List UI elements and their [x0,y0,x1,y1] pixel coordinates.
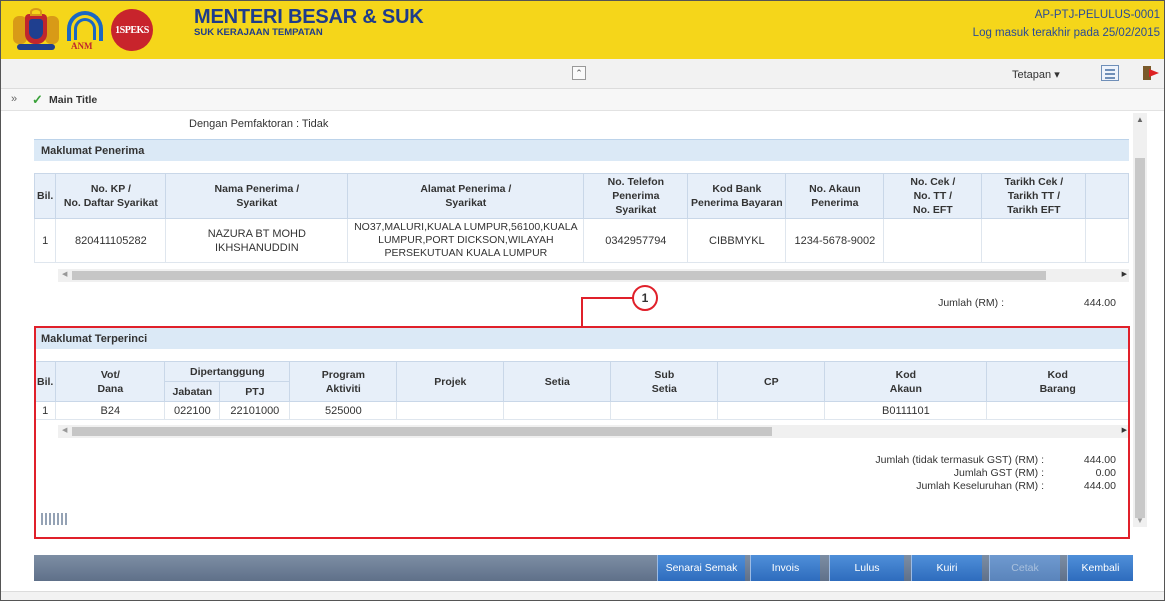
settings-dropdown[interactable]: Tetapan ▾ [1012,68,1060,81]
cell-kod-barang [986,401,1129,420]
col-bil: Bil. [34,361,57,402]
lulus-button[interactable]: Lulus [829,555,904,581]
kembali-button[interactable]: Kembali [1067,555,1133,581]
expand-menu-icon[interactable]: » [11,93,17,105]
cell-no-kp: 820411105282 [55,218,167,263]
toolbar: ⌃ Tetapan ▾ [1,59,1164,89]
col-alamat: Alamat Penerima / Syarikat [347,173,585,219]
col-kod-bank: Kod Bank Penerima Bayaran [687,173,787,219]
cell-nama: NAZURA BT MOHD IKHSHANUDDIN [165,218,349,263]
col-program: Program Aktiviti [289,361,398,402]
col-dipertanggung: Dipertanggung [164,361,291,382]
grand-total-value: 444.00 [1083,480,1116,492]
app-header: ANM 1SPEKS MENTERI BESAR & SUK SUK KERAJ… [1,1,1164,59]
detail-horizontal-scrollbar[interactable]: ◀ ▶ [58,425,1129,438]
cell-kod-akaun: B0111101 [824,401,988,420]
grand-total-label: Jumlah Keseluruhan (RM) : [916,480,1044,492]
col-kod-barang: Kod Barang [986,361,1129,402]
col-nama: Nama Penerima / Syarikat [165,173,349,219]
logo-group: ANM 1SPEKS [13,5,153,55]
senarai-semak-button[interactable]: Senarai Semak [657,555,745,581]
callout-leader-line [581,297,633,299]
col-ptj: PTJ [219,381,291,402]
col-no-cek: No. Cek / No. TT / No. EFT [883,173,983,219]
callout-leader-line [581,297,583,326]
callout-number-badge: 1 [632,285,658,311]
cell-no-akaun: 1234-5678-9002 [785,218,885,263]
scroll-thumb[interactable] [72,271,1046,280]
action-bar: Senarai Semak Invois Lulus Kuiri Cetak K… [34,555,1133,581]
cell-ptj: 22101000 [219,401,291,420]
app-title: MENTERI BESAR & SUK [194,6,424,28]
cell-alamat: NO37,MALURI,KUALA LUMPUR,56100,KUALA LUM… [347,218,585,263]
state-crest-logo [13,8,59,50]
settings-label: Tetapan [1012,69,1052,81]
collapse-header-icon[interactable]: ⌃ [572,66,586,80]
cetak-button: Cetak [989,555,1060,581]
col-cp: CP [717,361,826,402]
col-bil: Bil. [34,173,57,219]
app-subtitle: SUK KERAJAAN TEMPATAN [194,27,323,38]
col-tarikh-cek: Tarikh Cek / Tarikh TT / Tarikh EFT [981,173,1087,219]
caret-down-icon: ▾ [1054,69,1060,81]
resize-grip-icon[interactable] [41,513,69,525]
scroll-up-icon[interactable]: ▲ [1136,115,1144,124]
cell-jabatan: 022100 [164,401,221,420]
last-login-text: Log masuk terakhir pada 25/02/2015 [972,27,1160,39]
scroll-down-icon[interactable]: ▼ [1136,516,1144,525]
scroll-thumb[interactable] [72,427,772,436]
invois-button[interactable]: Invois [750,555,820,581]
col-projek: Projek [396,361,505,402]
cell-setia [503,401,612,420]
recipient-section-header: Maklumat Penerima [34,139,1129,161]
cell-sub-setia [610,401,719,420]
col-setia: Setia [503,361,612,402]
1speks-logo: 1SPEKS [111,9,153,51]
col-vot: Vot/ Dana [55,361,166,402]
factoring-status: Dengan Pemfaktoran : Tidak [189,118,329,130]
detail-section-header: Maklumat Terperinci [34,327,1129,349]
cell-tarikh-cek [981,218,1087,263]
col-sub-setia: Sub Setia [610,361,719,402]
cell-bil: 1 [34,401,57,420]
cell-telefon: 0342957794 [583,218,689,263]
col-no-kp: No. KP / No. Daftar Syarikat [55,173,167,219]
recipient-total-label: Jumlah (RM) : [938,297,1004,309]
list-view-icon[interactable] [1101,65,1119,81]
col-extra [1085,173,1129,219]
subtotal-value: 444.00 [1083,454,1116,466]
table-row: 1 820411105282 NAZURA BT MOHD IKHSHANUDD… [34,218,1129,263]
cell-kod-bank: CIBBMYKL [687,218,787,263]
logout-icon[interactable] [1143,65,1159,81]
user-id: AP-PTJ-PELULUS-0001 [1034,9,1160,21]
app-window: ANM 1SPEKS MENTERI BESAR & SUK SUK KERAJ… [0,0,1165,601]
col-kod-akaun: Kod Akaun [824,361,988,402]
gst-label: Jumlah GST (RM) : [953,467,1044,479]
vertical-scrollbar[interactable]: ▲ ▼ [1133,113,1147,527]
check-icon: ✓ [32,92,43,107]
kuiri-button[interactable]: Kuiri [911,555,982,581]
cell-projek [396,401,505,420]
detail-table: Bil. Vot/ Dana Dipertanggung Program Akt… [34,361,1129,420]
breadcrumb-title: Main Title [49,94,98,106]
cell-bil: 1 [34,218,57,263]
col-no-akaun: No. Akaun Penerima [785,173,885,219]
recipient-horizontal-scrollbar[interactable]: ◀ ▶ [58,269,1129,282]
cell-no-cek [883,218,983,263]
subtotal-label: Jumlah (tidak termasuk GST) (RM) : [875,454,1044,466]
status-strip [1,591,1164,600]
breadcrumb: » ✓ Main Title [1,89,1164,111]
cell-program: 525000 [289,401,398,420]
scroll-thumb[interactable] [1135,158,1145,518]
recipient-table: Bil. No. KP / No. Daftar Syarikat Nama P… [34,173,1129,263]
cell-vot: B24 [55,401,166,420]
cell-cp [717,401,826,420]
col-telefon: No. Telefon Penerima Syarikat [583,173,689,219]
table-row: 1 B24 022100 22101000 525000 B0111101 [34,401,1129,420]
col-jabatan: Jabatan [164,381,221,402]
recipient-total-value: 444.00 [1083,297,1116,309]
gst-value: 0.00 [1095,467,1116,479]
anm-logo: ANM [65,7,105,53]
